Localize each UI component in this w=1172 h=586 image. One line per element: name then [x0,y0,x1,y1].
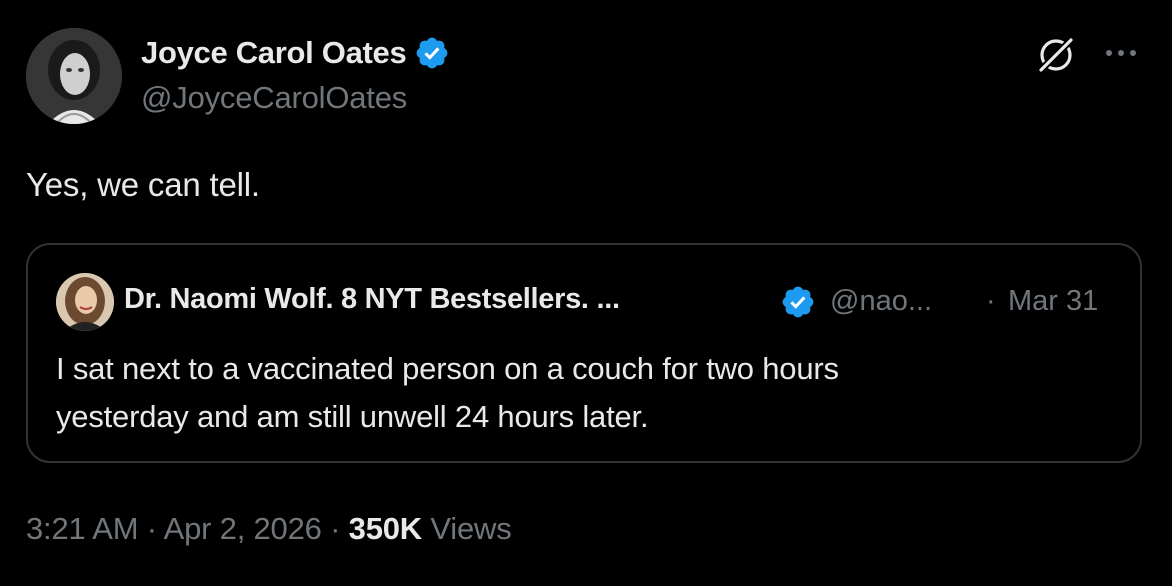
views-label: Views [430,511,512,546]
tweet-date[interactable]: Apr 2, 2026 [164,511,322,546]
quoted-verified-badge-icon[interactable] [780,284,816,320]
more-icon[interactable] [1103,44,1139,62]
quoted-author-handle[interactable]: @nao... [830,285,932,318]
grok-icon[interactable] [1033,32,1079,78]
author-name-row[interactable]: Joyce Carol Oates [141,32,450,74]
meta-separator: · [146,511,157,546]
views-count: 350K [348,511,423,546]
author-name[interactable]: Joyce Carol Oates [141,35,407,71]
tweet-meta: 3:21 AM · Apr 2, 2026 · 350K Views [26,511,512,547]
quoted-text-line: yesterday and am still unwell 24 hours l… [56,399,649,434]
author-handle[interactable]: @JoyceCarolOates [141,80,407,116]
tweet-time[interactable]: 3:21 AM [26,511,139,546]
meta-separator: · [330,511,341,546]
tweet-card: Joyce Carol Oates @JoyceCarolOates Yes, … [0,0,1172,586]
quoted-author-name[interactable]: Dr. Naomi Wolf. 8 NYT Bestsellers. ... [124,283,620,316]
quoted-separator: · [986,285,996,317]
author-portrait-icon [26,28,122,124]
quoted-text-line: I sat next to a vaccinated person on a c… [56,351,839,386]
quoted-author-avatar[interactable] [56,273,114,331]
tweet-text: Yes, we can tell. [26,166,260,203]
author-avatar[interactable] [26,28,122,124]
quoted-date[interactable]: Mar 31 [1008,285,1098,318]
quoted-tweet-text: I sat next to a vaccinated person on a c… [56,345,1116,441]
quoted-tweet[interactable]: Dr. Naomi Wolf. 8 NYT Bestsellers. ... @… [26,243,1142,463]
quoted-author-portrait-icon [56,273,114,331]
verified-badge-icon[interactable] [414,35,450,71]
